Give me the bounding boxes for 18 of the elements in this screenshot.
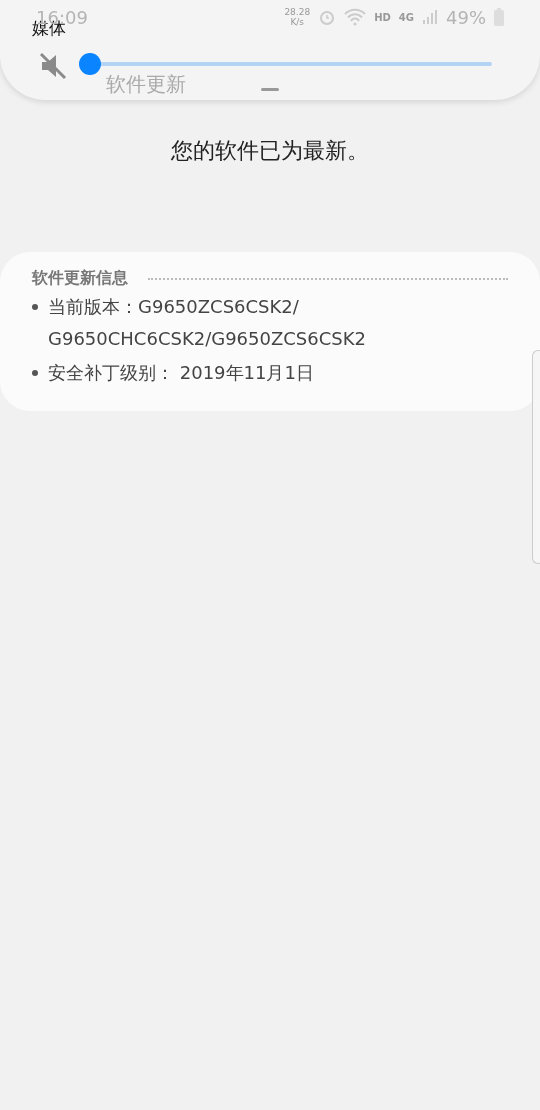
info-item: 当前版本：G9650ZCS6CSK2/ G9650CHC6CSK2/G9650ZCS6CSK2 [48, 295, 366, 351]
slider-thumb[interactable] [79, 53, 101, 75]
drag-handle[interactable] [261, 88, 279, 91]
network-speed: 28.28 K/s [284, 7, 311, 27]
battery-level: 49% [446, 6, 486, 28]
edge-panel-handle[interactable] [532, 350, 540, 564]
signal-icon [422, 9, 438, 25]
network-type: 4G [398, 11, 414, 23]
alarm-icon [318, 8, 337, 26]
wifi-icon [344, 8, 367, 26]
bullet-icon [32, 370, 38, 376]
bullet-icon [32, 304, 38, 310]
mute-icon[interactable] [38, 51, 68, 81]
card-title: 软件更新信息 [32, 268, 128, 289]
info-item: 安全补丁级别： 2019年11月1日 [48, 361, 314, 385]
status-message: 您的软件已为最新。 [170, 137, 370, 165]
page-title: 软件更新 [106, 71, 186, 98]
hd-label: HD [374, 11, 391, 23]
